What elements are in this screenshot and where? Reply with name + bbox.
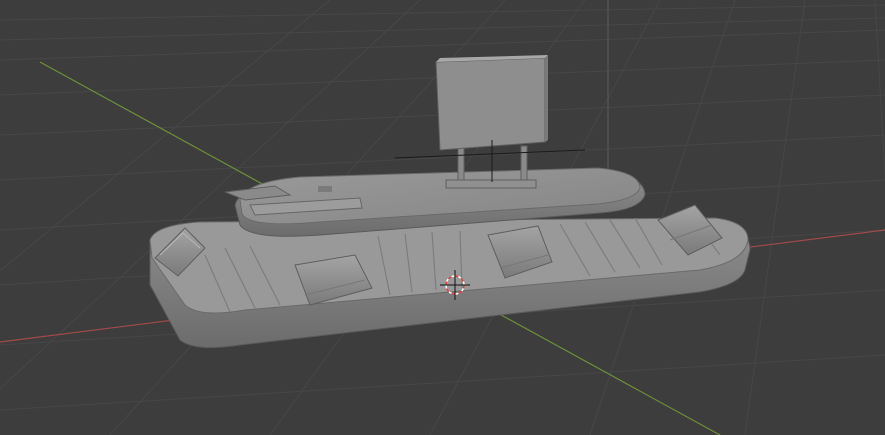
carousel-base[interactable] xyxy=(149,217,751,349)
3d-viewport[interactable] xyxy=(0,0,885,435)
viewport-canvas[interactable] xyxy=(0,0,885,435)
